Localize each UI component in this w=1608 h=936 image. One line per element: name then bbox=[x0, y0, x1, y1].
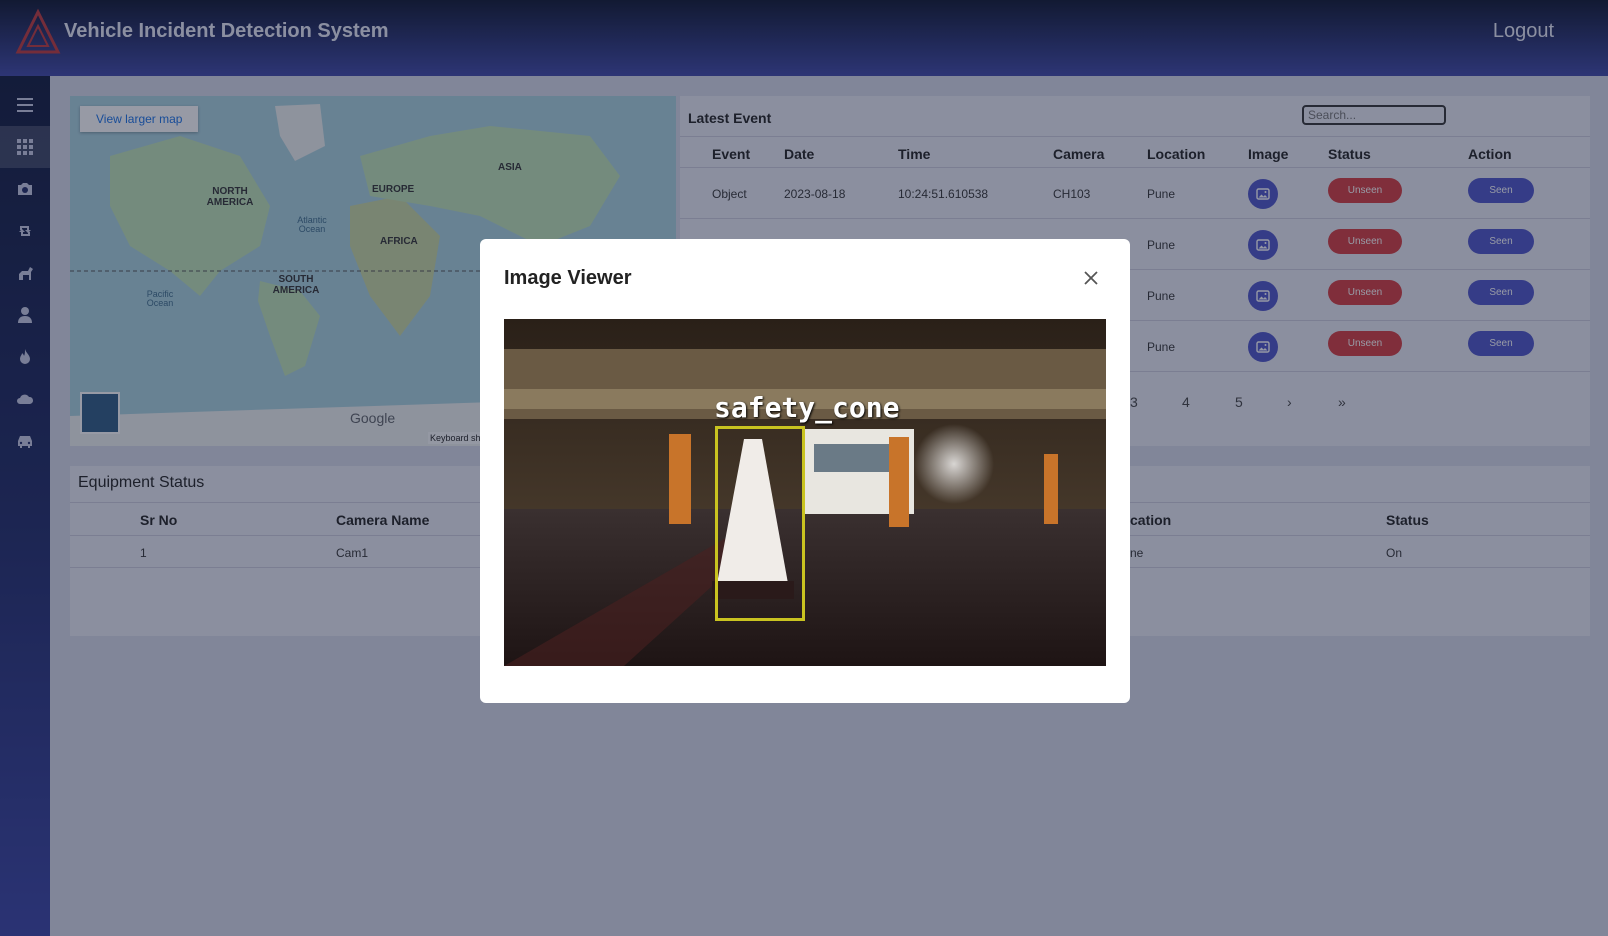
road-scene-graphic bbox=[504, 319, 1106, 666]
image-viewer-modal: Image Viewer safety_cone bbox=[480, 239, 1130, 703]
detection-image: safety_cone bbox=[504, 319, 1106, 666]
modal-title: Image Viewer bbox=[504, 267, 632, 289]
detection-label: safety_cone bbox=[714, 391, 900, 424]
detection-bounding-box bbox=[715, 426, 805, 621]
close-icon[interactable] bbox=[1080, 267, 1102, 289]
